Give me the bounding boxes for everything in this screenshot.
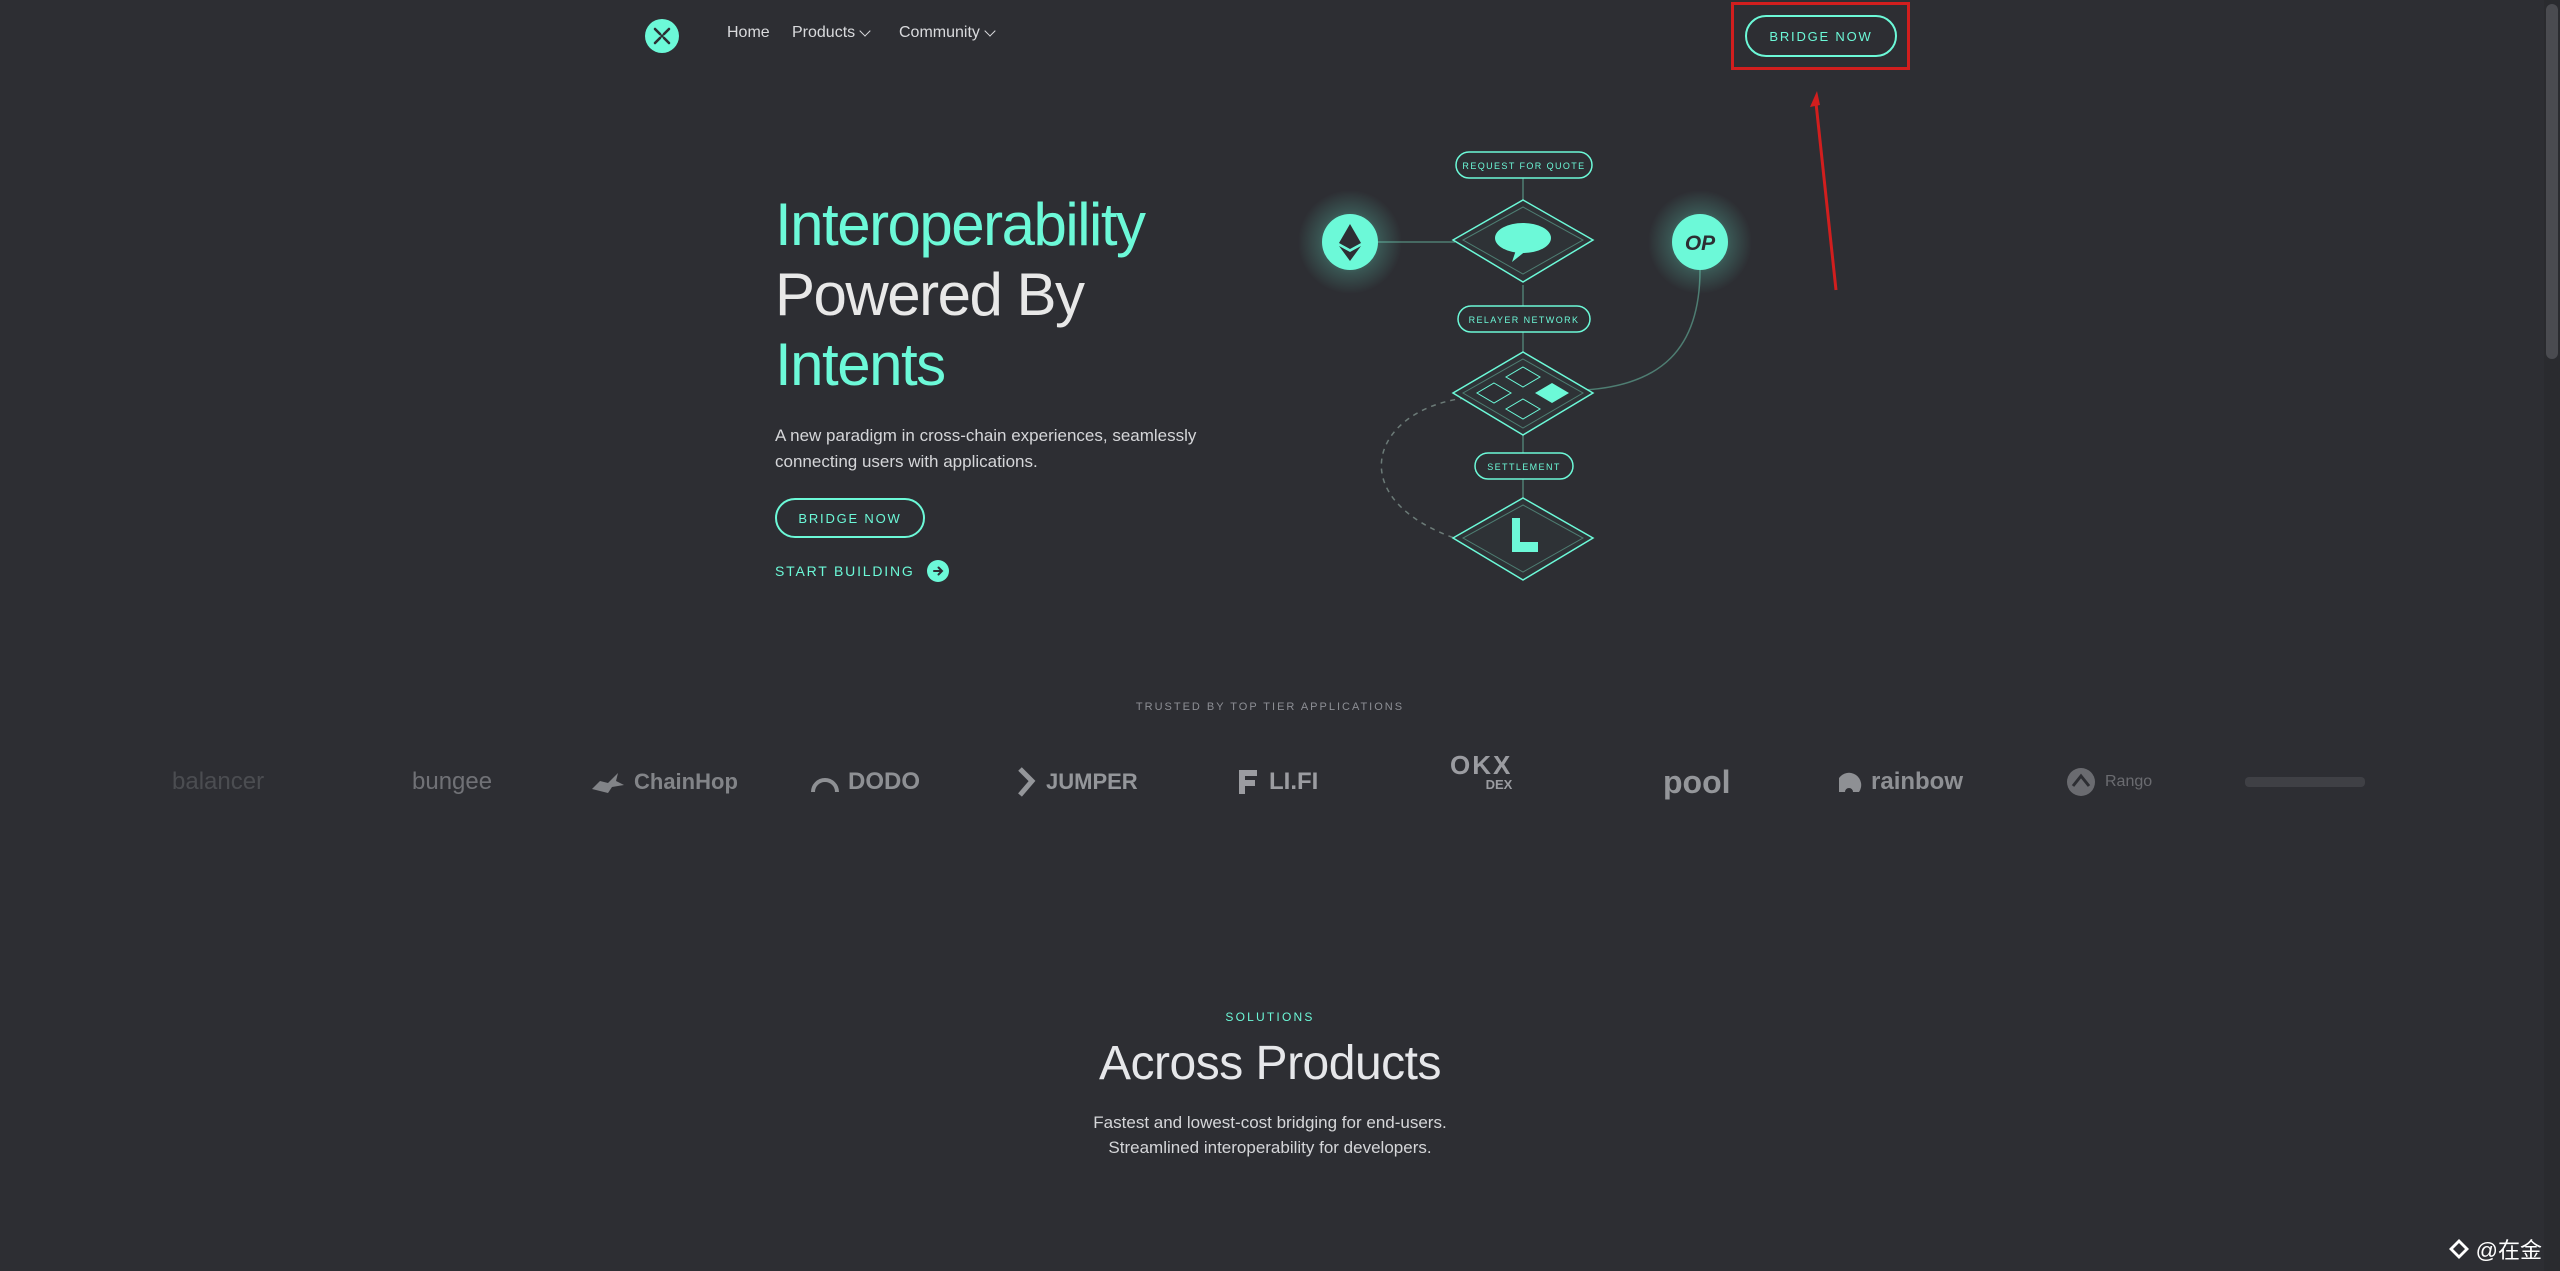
jumper-icon <box>1018 767 1036 797</box>
nav-home[interactable]: Home <box>727 24 770 42</box>
annotation-arrow <box>1810 91 1838 291</box>
nav-community[interactable]: Community <box>899 24 996 42</box>
pill-relayer-label: RELAYER NETWORK <box>1469 315 1580 325</box>
scrollbar-thumb[interactable] <box>2546 4 2558 359</box>
hero-title-line2: Powered By <box>775 261 1085 328</box>
solutions-title: Across Products <box>1099 1037 1441 1090</box>
dodo-icon <box>811 778 839 793</box>
arrow-right-icon <box>926 560 949 582</box>
hero-subtitle-line2: connecting users with applications. <box>775 452 1038 471</box>
op-label: OP <box>1685 232 1716 255</box>
nav-home-label: Home <box>727 24 770 41</box>
watermark: @在金 <box>2448 1233 2542 1265</box>
chevron-down-icon <box>859 25 871 37</box>
diamond-logo-icon <box>2448 1239 2469 1259</box>
logo-pool: pool <box>1663 763 1731 800</box>
start-building-label: START BUILDING <box>775 563 915 579</box>
annotation-highlight-box <box>1731 2 1910 70</box>
logo-bungee: bungee <box>412 768 493 795</box>
quote-diamond <box>1451 199 1595 283</box>
faded-logo-shape <box>2245 777 2365 787</box>
rango-icon <box>2067 768 2095 796</box>
trusted-label: TRUSTED BY TOP TIER APPLICATIONS <box>1135 701 1405 713</box>
logo-chainhop: ChainHop <box>590 752 738 812</box>
hero-bridge-now-label: BRIDGE NOW <box>798 510 902 526</box>
settlement-diamond <box>1451 497 1595 581</box>
solutions-subtitle: Fastest and lowest-cost bridging for end… <box>0 1110 2540 1160</box>
intent-flow-diagram: OP REQUEST FOR QUOTE RELAYER NETWORK SET… <box>1298 151 1752 581</box>
hero-subtitle-line1: A new paradigm in cross-chain experience… <box>775 426 1197 445</box>
nav-products[interactable]: Products <box>792 24 871 42</box>
across-x-icon <box>653 27 671 45</box>
hero-title: Interoperability Powered By Intents <box>775 190 1146 400</box>
logo-faded <box>2245 752 2375 812</box>
logo-dodo: DODO <box>810 752 920 812</box>
watermark-text: @在金 <box>2475 1238 2542 1263</box>
partner-logos: balancer bungee ChainHop DODO JUMPER LI.… <box>150 752 2390 812</box>
nav-products-label: Products <box>792 24 856 41</box>
hero-title-line1: Interoperability <box>775 191 1146 258</box>
pill-settlement-label: SETTLEMENT <box>1487 462 1561 472</box>
logo-rango: Rango <box>2065 752 2152 812</box>
logo-lifi: LI.FI <box>1235 752 1318 812</box>
rainbow-icon <box>1839 772 1862 792</box>
logo-jumper: JUMPER <box>1016 752 1138 812</box>
lifi-icon <box>1239 770 1257 794</box>
solutions-subtitle-line2: Streamlined interoperability for develop… <box>1108 1138 1432 1157</box>
hero-title-line3: Intents <box>775 331 946 398</box>
chevron-down-icon <box>984 25 996 37</box>
hero-bridge-now-button[interactable]: BRIDGE NOW <box>775 498 925 538</box>
start-building-link[interactable]: START BUILDING <box>775 560 949 582</box>
pill-request-label: REQUEST FOR QUOTE <box>1462 161 1585 171</box>
across-logo[interactable] <box>645 19 679 53</box>
logo-rainbow: rainbow <box>1835 752 1963 812</box>
solutions-label: SOLUTIONS <box>1225 1010 1315 1024</box>
relayer-diamond <box>1451 351 1595 436</box>
solutions-subtitle-line1: Fastest and lowest-cost bridging for end… <box>1093 1113 1447 1132</box>
logo-okx-dex: OKX DEX <box>1450 750 1513 792</box>
logo-balancer: balancer <box>172 768 265 795</box>
nav-community-label: Community <box>899 24 980 41</box>
hero-subtitle: A new paradigm in cross-chain experience… <box>775 423 1245 475</box>
chainhop-kangaroo-icon <box>592 773 624 793</box>
